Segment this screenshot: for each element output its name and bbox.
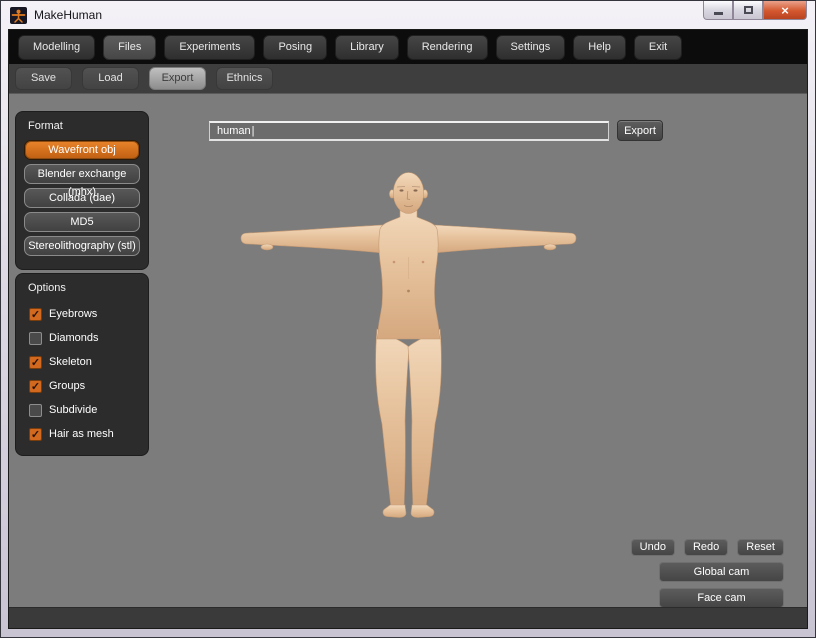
subtab-export[interactable]: Export xyxy=(149,67,206,90)
tab-settings[interactable]: Settings xyxy=(496,35,566,60)
tab-modelling[interactable]: Modelling xyxy=(18,35,95,60)
human-model[interactable] xyxy=(231,161,591,521)
titlebar[interactable]: MakeHuman xyxy=(1,1,815,29)
format-md5-button[interactable]: MD5 xyxy=(24,212,140,232)
checkbox-icon[interactable]: ✓ xyxy=(29,428,42,441)
tab-rendering[interactable]: Rendering xyxy=(407,35,488,60)
redo-button[interactable]: Redo xyxy=(684,539,728,556)
subtab-ethnics[interactable]: Ethnics xyxy=(216,67,273,90)
close-icon: × xyxy=(781,3,789,18)
window-controls: × xyxy=(703,1,807,20)
filename-value: human xyxy=(217,125,251,137)
option-groups[interactable]: ✓ Groups xyxy=(24,374,140,398)
makehuman-logo-icon xyxy=(10,7,27,24)
checkbox-icon[interactable]: ✓ xyxy=(29,332,42,345)
option-hair-as-mesh[interactable]: ✓ Hair as mesh xyxy=(24,422,140,446)
minimize-button[interactable] xyxy=(703,1,733,20)
check-icon: ✓ xyxy=(31,357,40,369)
checkbox-icon[interactable]: ✓ xyxy=(29,308,42,321)
subtab-load[interactable]: Load xyxy=(82,67,139,90)
checkbox-icon[interactable]: ✓ xyxy=(29,356,42,369)
tab-files[interactable]: Files xyxy=(103,35,156,60)
tab-help[interactable]: Help xyxy=(573,35,626,60)
option-label: Groups xyxy=(49,380,85,392)
global-cam-button[interactable]: Global cam xyxy=(659,562,784,582)
reset-button[interactable]: Reset xyxy=(737,539,784,556)
main-menu-bar: Modelling Files Experiments Posing Libra… xyxy=(9,30,807,64)
3d-viewport[interactable]: Format Wavefront obj Blender exchange (m… xyxy=(9,94,807,607)
option-diamonds[interactable]: ✓ Diamonds xyxy=(24,326,140,350)
option-subdivide[interactable]: ✓ Subdivide xyxy=(24,398,140,422)
option-label: Skeleton xyxy=(49,356,92,368)
checkbox-icon[interactable]: ✓ xyxy=(29,380,42,393)
maximize-button[interactable] xyxy=(733,1,763,20)
close-button[interactable]: × xyxy=(763,1,807,20)
option-label: Hair as mesh xyxy=(49,428,114,440)
client-area: Modelling Files Experiments Posing Libra… xyxy=(8,29,808,629)
check-icon: ✓ xyxy=(31,381,40,393)
option-label: Diamonds xyxy=(49,332,99,344)
options-panel-title: Options xyxy=(28,282,140,294)
maximize-icon xyxy=(744,6,753,14)
tab-experiments[interactable]: Experiments xyxy=(164,35,255,60)
format-stereolith-stl-button[interactable]: Stereolithography (stl) xyxy=(24,236,140,256)
option-eyebrows[interactable]: ✓ Eyebrows xyxy=(24,302,140,326)
options-panel: Options ✓ Eyebrows ✓ Diamonds ✓ Skeleton… xyxy=(15,273,149,456)
history-buttons: Undo Redo Reset xyxy=(631,539,784,556)
text-caret: | xyxy=(252,125,255,137)
checkbox-icon[interactable]: ✓ xyxy=(29,404,42,417)
filename-input[interactable]: human| xyxy=(209,121,609,141)
format-collada-dae-button[interactable]: Collada (dae) xyxy=(24,188,140,208)
minimize-icon xyxy=(714,12,723,15)
format-panel-title: Format xyxy=(28,120,140,132)
subtab-save[interactable]: Save xyxy=(15,67,72,90)
undo-button[interactable]: Undo xyxy=(631,539,675,556)
option-label: Eyebrows xyxy=(49,308,97,320)
tab-posing[interactable]: Posing xyxy=(263,35,327,60)
window-title: MakeHuman xyxy=(34,8,102,22)
tab-library[interactable]: Library xyxy=(335,35,399,60)
option-skeleton[interactable]: ✓ Skeleton xyxy=(24,350,140,374)
makehuman-window: MakeHuman × Modelling Files Experiments … xyxy=(0,0,816,638)
tab-exit[interactable]: Exit xyxy=(634,35,682,60)
option-label: Subdivide xyxy=(49,404,97,416)
format-blender-mhx-button[interactable]: Blender exchange (mhx) xyxy=(24,164,140,184)
view-controls: Undo Redo Reset Global cam Face cam xyxy=(631,539,784,607)
sub-tab-bar: Save Load Export Ethnics xyxy=(9,64,807,94)
format-wavefront-obj-button[interactable]: Wavefront obj xyxy=(24,140,140,160)
check-icon: ✓ xyxy=(31,429,40,441)
format-panel: Format Wavefront obj Blender exchange (m… xyxy=(15,111,149,270)
check-icon: ✓ xyxy=(31,309,40,321)
export-button[interactable]: Export xyxy=(617,120,663,141)
face-cam-button[interactable]: Face cam xyxy=(659,588,784,607)
bottom-strip xyxy=(9,607,807,628)
